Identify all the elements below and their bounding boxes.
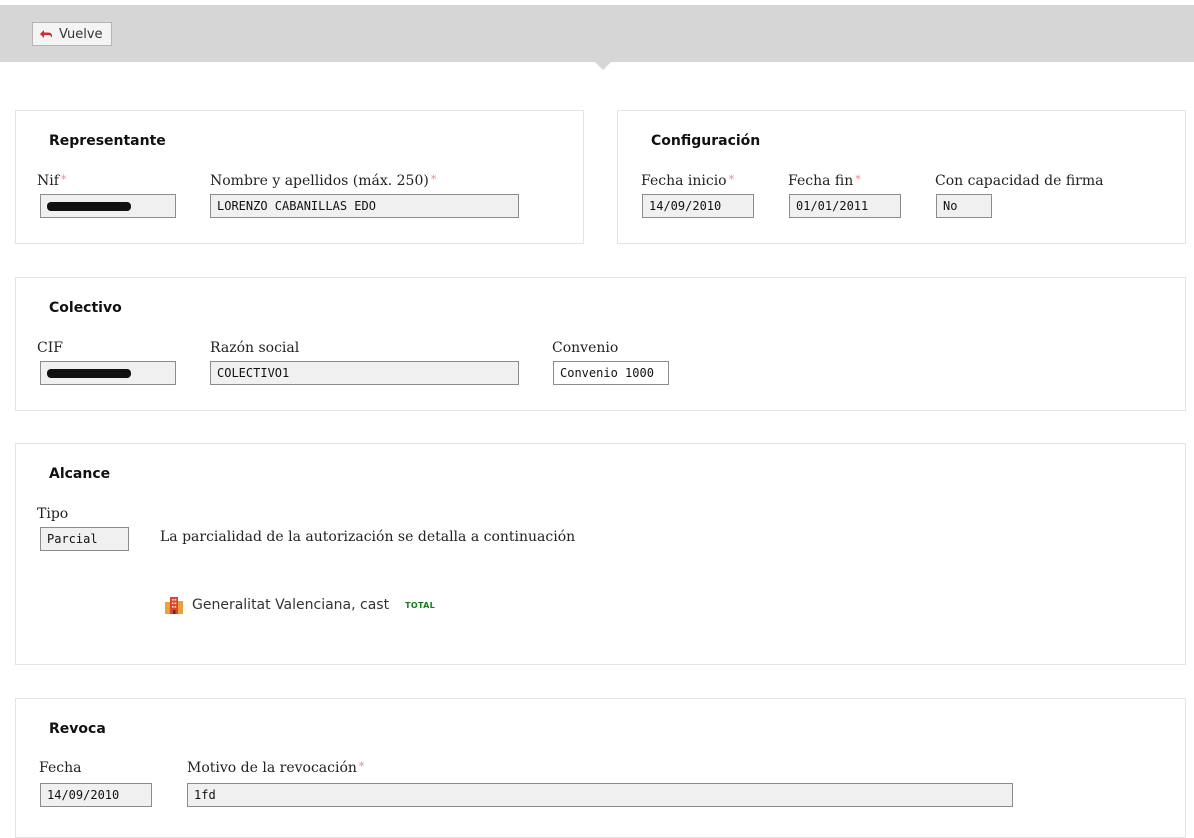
revoca-fecha-label: Fecha <box>39 760 82 776</box>
alcance-panel: Alcance Tipo Parcial La parcialidad de l… <box>15 443 1186 665</box>
nif-field[interactable] <box>40 194 176 218</box>
required-mark: * <box>60 173 67 186</box>
cif-label: CIF <box>37 340 63 356</box>
razon-social-label: Razón social <box>210 340 300 356</box>
nombre-field[interactable]: LORENZO CABANILLAS EDO <box>210 194 519 218</box>
fecha-inicio-field[interactable]: 14/09/2010 <box>642 194 754 218</box>
back-arrow-icon <box>40 30 52 38</box>
back-button-label: Vuelve <box>59 26 103 42</box>
motivo-field[interactable]: 1fd <box>187 783 1013 807</box>
entity-item[interactable]: Generalitat Valenciana, cast TOTAL <box>164 596 435 614</box>
alcance-title: Alcance <box>49 466 111 482</box>
building-icon <box>165 597 183 614</box>
back-button[interactable]: Vuelve <box>32 22 112 46</box>
alcance-description: La parcialidad de la autorización se det… <box>160 529 576 545</box>
colectivo-title: Colectivo <box>49 300 122 316</box>
firma-field[interactable]: No <box>936 194 992 218</box>
razon-social-field[interactable]: COLECTIVO1 <box>210 361 519 385</box>
topbar-notch <box>595 62 611 70</box>
representante-panel: Representante Nif * Nombre y apellidos (m… <box>15 110 584 244</box>
entity-badge: TOTAL <box>405 600 435 610</box>
fecha-inicio-label: Fecha inicio * <box>641 173 735 189</box>
firma-label: Con capacidad de firma <box>935 173 1104 189</box>
top-toolbar: Vuelve <box>0 5 1194 62</box>
representante-title: Representante <box>49 133 166 149</box>
masked-value <box>47 369 131 378</box>
convenio-label: Convenio <box>552 340 619 356</box>
revoca-fecha-field[interactable]: 14/09/2010 <box>40 783 152 807</box>
nif-label: Nif * <box>37 173 67 189</box>
tipo-field[interactable]: Parcial <box>40 527 129 551</box>
colectivo-panel: Colectivo CIF Razón social COLECTIVO1 Co… <box>15 277 1186 411</box>
tipo-label: Tipo <box>37 506 69 522</box>
entity-name: Generalitat Valenciana, cast <box>192 597 390 613</box>
required-mark: * <box>358 760 365 773</box>
required-mark: * <box>855 173 861 186</box>
fecha-fin-label: Fecha fin * <box>788 173 861 189</box>
nombre-label: Nombre y apellidos (máx. 250) * <box>210 173 437 189</box>
configuracion-panel: Configuración Fecha inicio * 14/09/2010 F… <box>617 110 1186 244</box>
required-mark: * <box>728 173 735 186</box>
masked-value <box>47 202 131 211</box>
motivo-label: Motivo de la revocación * <box>187 760 365 776</box>
cif-field[interactable] <box>40 361 176 385</box>
required-mark: * <box>430 173 437 186</box>
configuracion-title: Configuración <box>651 133 761 149</box>
fecha-fin-field[interactable]: 01/01/2011 <box>789 194 901 218</box>
revoca-panel: Revoca Fecha 14/09/2010 Motivo de la rev… <box>15 698 1186 838</box>
convenio-field[interactable]: Convenio 1000 <box>553 361 669 385</box>
revoca-title: Revoca <box>49 721 106 737</box>
